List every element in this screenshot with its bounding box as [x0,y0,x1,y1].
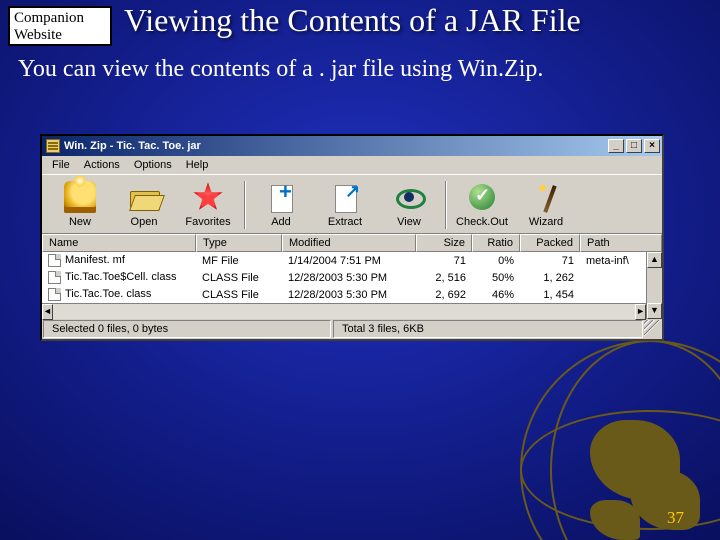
cell-modified: 12/28/2003 5:30 PM [282,286,416,303]
cell-path [580,269,646,286]
open-icon [128,181,160,213]
window-title: Win. Zip - Tic. Tac. Toe. jar [64,140,608,152]
minimize-button[interactable]: _ [608,139,624,153]
toolbar: New Open Favorites Add Extract View Chec… [42,174,662,233]
status-bar: Selected 0 files, 0 bytes Total 3 files,… [42,319,662,339]
menu-actions[interactable]: Actions [78,158,126,172]
page-number: 37 [667,508,684,528]
menu-options[interactable]: Options [128,158,178,172]
cell-ratio: 46% [472,286,520,303]
header-modified[interactable]: Modified [282,234,416,252]
file-icon [48,254,61,267]
wizard-icon [530,181,562,213]
scroll-track[interactable] [53,304,635,319]
cell-name: Tic.Tac.Toe$Cell. class [65,270,176,285]
table-row[interactable]: Manifest. mf MF File 1/14/2004 7:51 PM 7… [42,252,646,269]
file-list: Manifest. mf MF File 1/14/2004 7:51 PM 7… [42,252,646,303]
header-path[interactable]: Path [580,234,662,252]
column-headers: Name Type Modified Size Ratio Packed Pat… [42,233,662,252]
winzip-window: Win. Zip - Tic. Tac. Toe. jar _ □ × File… [40,134,664,341]
header-size[interactable]: Size [416,234,472,252]
new-icon [64,181,96,213]
cell-size: 2, 516 [416,269,472,286]
tool-favorites[interactable]: Favorites [176,179,240,231]
tool-add-label: Add [249,216,313,228]
tool-new[interactable]: New [48,179,112,231]
scroll-down-button[interactable]: ▼ [647,303,662,319]
cell-modified: 1/14/2004 7:51 PM [282,252,416,269]
cell-name: Tic.Tac.Toe. class [65,287,151,302]
cell-size: 71 [416,252,472,269]
scroll-left-button[interactable]: ◄ [42,304,53,320]
menubar: File Actions Options Help [42,156,662,174]
cell-modified: 12/28/2003 5:30 PM [282,269,416,286]
scroll-up-button[interactable]: ▲ [647,252,662,268]
vertical-scrollbar[interactable]: ▲ ▼ [646,252,662,319]
tool-extract[interactable]: Extract [313,179,377,231]
page-title: Viewing the Contents of a JAR File [124,2,581,39]
cell-path [580,286,646,303]
menu-file[interactable]: File [46,158,76,172]
winzip-icon [46,139,60,153]
view-icon [393,181,425,213]
table-row[interactable]: Tic.Tac.Toe. class CLASS File 12/28/2003… [42,286,646,303]
scroll-right-button[interactable]: ► [635,304,646,320]
globe-decoration [520,340,720,540]
cell-type: CLASS File [196,269,282,286]
close-button[interactable]: × [644,139,660,153]
tool-wizard-label: Wizard [514,216,578,228]
header-name[interactable]: Name [42,234,196,252]
tool-add[interactable]: Add [249,179,313,231]
tool-fav-label: Favorites [176,216,240,228]
titlebar[interactable]: Win. Zip - Tic. Tac. Toe. jar _ □ × [42,136,662,156]
header-packed[interactable]: Packed [520,234,580,252]
table-row[interactable]: Tic.Tac.Toe$Cell. class CLASS File 12/28… [42,269,646,286]
file-icon [48,271,61,284]
maximize-button[interactable]: □ [626,139,642,153]
checkout-icon [466,181,498,213]
tool-new-label: New [48,216,112,228]
cell-path: meta-inf\ [580,252,646,269]
status-total: Total 3 files, 6KB [333,320,643,338]
toolbar-separator-2 [445,181,446,229]
cell-ratio: 50% [472,269,520,286]
cell-ratio: 0% [472,252,520,269]
extract-icon [329,181,361,213]
file-icon [48,288,61,301]
horizontal-scrollbar[interactable]: ◄ ► [42,303,646,319]
add-icon [265,181,297,213]
badge-line2: Website [14,27,106,44]
header-ratio[interactable]: Ratio [472,234,520,252]
favorites-icon [192,181,224,213]
tool-wizard[interactable]: Wizard [514,179,578,231]
tool-open[interactable]: Open [112,179,176,231]
tool-open-label: Open [112,216,176,228]
resize-grip[interactable] [644,320,662,338]
menu-help[interactable]: Help [180,158,215,172]
tool-view-label: View [377,216,441,228]
status-selected: Selected 0 files, 0 bytes [43,320,331,338]
page-subtitle: You can view the contents of a . jar fil… [18,54,618,84]
tool-checkout[interactable]: Check.Out [450,179,514,231]
cell-packed: 1, 262 [520,269,580,286]
cell-type: CLASS File [196,286,282,303]
cell-type: MF File [196,252,282,269]
companion-website-badge: Companion Website [8,6,112,46]
cell-packed: 1, 454 [520,286,580,303]
cell-packed: 71 [520,252,580,269]
cell-size: 2, 692 [416,286,472,303]
badge-line1: Companion [14,10,106,27]
header-type[interactable]: Type [196,234,282,252]
toolbar-separator [244,181,245,229]
tool-checkout-label: Check.Out [450,216,514,228]
cell-name: Manifest. mf [65,253,125,268]
tool-extract-label: Extract [313,216,377,228]
tool-view[interactable]: View [377,179,441,231]
